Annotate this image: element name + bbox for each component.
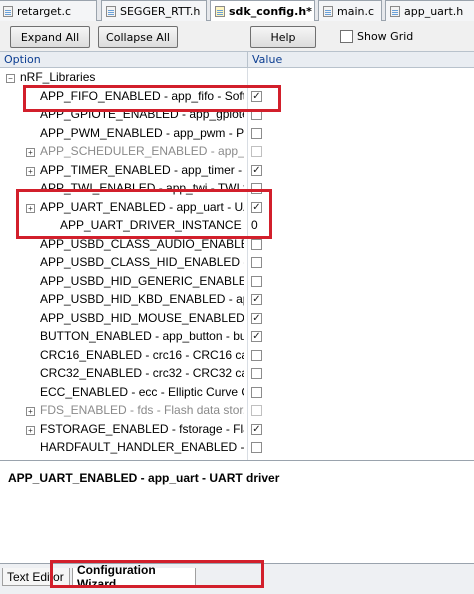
tree-row[interactable]: APP_USBD_HID_GENERIC_ENABLED - a... [0, 273, 474, 292]
show-grid-toggle[interactable]: Show Grid [340, 30, 413, 43]
tree-row[interactable]: HARDFAULT_HANDLER_ENABLED - h... [0, 439, 474, 458]
show-grid-label: Show Grid [357, 30, 414, 43]
tree-row-label: ECC_ENABLED - ecc - Elliptic Curve Cr... [40, 384, 244, 399]
h-file-icon [106, 5, 116, 17]
tree-row-label: APP_USBD_CLASS_HID_ENABLED - ap... [40, 255, 244, 269]
tab-sdk-config-h[interactable]: sdk_config.h* [210, 0, 315, 22]
option-checkbox[interactable] [251, 146, 262, 157]
expand-icon[interactable]: + [26, 407, 35, 416]
option-checkbox[interactable] [251, 405, 262, 416]
option-checkbox[interactable] [251, 127, 262, 139]
tree-row-label: FSTORAGE_ENABLED - fstorage - Flas... [40, 421, 244, 436]
tree-row-label: APP_TIMER_ENABLED - app_timer - ... [40, 162, 244, 177]
tree-row[interactable]: + FSTORAGE_ENABLED - fstorage - Flas... ✓ [0, 421, 474, 440]
value-column-header[interactable]: Value [248, 52, 282, 68]
option-checkbox[interactable]: ✓ [251, 164, 262, 176]
option-checkbox[interactable] [251, 275, 262, 287]
option-column-header[interactable]: Option [0, 52, 41, 68]
option-checkbox[interactable]: ✓ [251, 312, 262, 324]
help-button[interactable]: Help [250, 26, 316, 48]
wizard-toolbar: Expand All Collapse All Help Show Grid [0, 21, 474, 51]
tree-row-label: CRC16_ENABLED - crc16 - CRC16 calc... [40, 347, 244, 362]
c-file-icon [323, 5, 333, 17]
tree-row[interactable]: APP_USBD_HID_KBD_ENABLED - app... ✓ [0, 291, 474, 310]
option-checkbox[interactable]: ✓ [251, 423, 262, 435]
option-checkbox[interactable] [251, 442, 262, 453]
tab-label: retarget.c [17, 4, 72, 18]
h-file-icon [215, 6, 225, 17]
tree-row-label: APP_SCHEDULER_ENABLED - app_sch... [40, 144, 244, 158]
h-file-icon [390, 5, 400, 17]
tree-row[interactable]: APP_USBD_CLASS_HID_ENABLED - ap... [0, 254, 474, 273]
grid-header: Option Value [0, 51, 474, 68]
tree-row-label: CRC32_ENABLED - crc32 - CRC32 calc... [40, 366, 244, 380]
tree-row-label: HARDFAULT_HANDLER_ENABLED - h... [40, 440, 244, 454]
option-checkbox[interactable] [251, 386, 262, 398]
c-file-icon [3, 5, 13, 17]
tree-row[interactable]: + FDS_ENABLED - fds - Flash data stor... [0, 402, 474, 421]
tab-label: sdk_config.h* [229, 5, 312, 18]
collapse-all-button[interactable]: Collapse All [98, 26, 178, 48]
tree-row-label: APP_USBD_HID_GENERIC_ENABLED - a... [40, 273, 244, 288]
tree-row[interactable]: ECC_ENABLED - ecc - Elliptic Curve Cr... [0, 384, 474, 403]
option-checkbox[interactable] [251, 368, 262, 379]
tree-root-label: nRF_Libraries [20, 70, 96, 84]
value-column-separator [247, 68, 248, 460]
expand-all-button[interactable]: Expand All [10, 26, 90, 48]
collapse-icon[interactable]: − [6, 74, 15, 83]
highlight-box-app-uart [16, 189, 272, 239]
option-checkbox[interactable]: ✓ [251, 331, 262, 342]
tree-row[interactable]: + APP_TIMER_ENABLED - app_timer - ... ✓ [0, 162, 474, 181]
tree-row[interactable]: CRC16_ENABLED - crc16 - CRC16 calc... [0, 347, 474, 366]
tree-row-label: APP_USBD_HID_MOUSE_ENABLED - a... [40, 310, 244, 325]
tree-row[interactable]: APP_USBD_HID_MOUSE_ENABLED - a... ✓ [0, 310, 474, 329]
expand-icon[interactable]: + [26, 425, 35, 435]
tree-row[interactable]: CRC32_ENABLED - crc32 - CRC32 calc... [0, 365, 474, 384]
tree-row-label: APP_USBD_HID_KBD_ENABLED - app... [40, 292, 244, 306]
option-checkbox[interactable] [251, 257, 262, 268]
file-tab-strip: retarget.c SEGGER_RTT.h sdk_config.h* ma… [0, 0, 474, 22]
expand-icon[interactable]: + [26, 166, 35, 176]
tree-row[interactable]: APP_PWM_ENABLED - app_pwm - PW... [0, 125, 474, 144]
option-checkbox[interactable]: ✓ [251, 294, 262, 305]
tree-row-label: APP_PWM_ENABLED - app_pwm - PW... [40, 125, 244, 140]
tab-label: main.c [337, 4, 375, 18]
tab-label: SEGGER_RTT.h [120, 4, 201, 18]
description-panel: APP_UART_ENABLED - app_uart - UART drive… [0, 460, 474, 563]
description-title: APP_UART_ENABLED - app_uart - UART drive… [8, 471, 280, 485]
tab-app-uart-h[interactable]: app_uart.h [385, 0, 474, 21]
options-tree: − nRF_Libraries APP_FIFO_ENABLED - app_f… [0, 68, 474, 460]
tree-row-label: FDS_ENABLED - fds - Flash data stor... [40, 403, 244, 417]
option-checkbox[interactable] [251, 349, 262, 361]
tree-row-label: BUTTON_ENABLED - app_button - bu... [40, 329, 244, 343]
highlight-box-app-fifo [23, 85, 281, 112]
option-checkbox[interactable] [251, 238, 262, 250]
tree-row[interactable]: BUTTON_ENABLED - app_button - bu... ✓ [0, 328, 474, 347]
tab-retarget-c[interactable]: retarget.c [0, 0, 97, 21]
highlight-box-config-wizard-tab [50, 560, 264, 588]
expand-icon[interactable]: + [26, 148, 35, 157]
tab-segger-rtt-h[interactable]: SEGGER_RTT.h [101, 0, 207, 21]
tab-label: app_uart.h [404, 4, 464, 18]
tree-row[interactable]: + APP_SCHEDULER_ENABLED - app_sch... [0, 143, 474, 162]
show-grid-checkbox[interactable] [340, 30, 353, 43]
tab-main-c[interactable]: main.c [318, 0, 382, 21]
